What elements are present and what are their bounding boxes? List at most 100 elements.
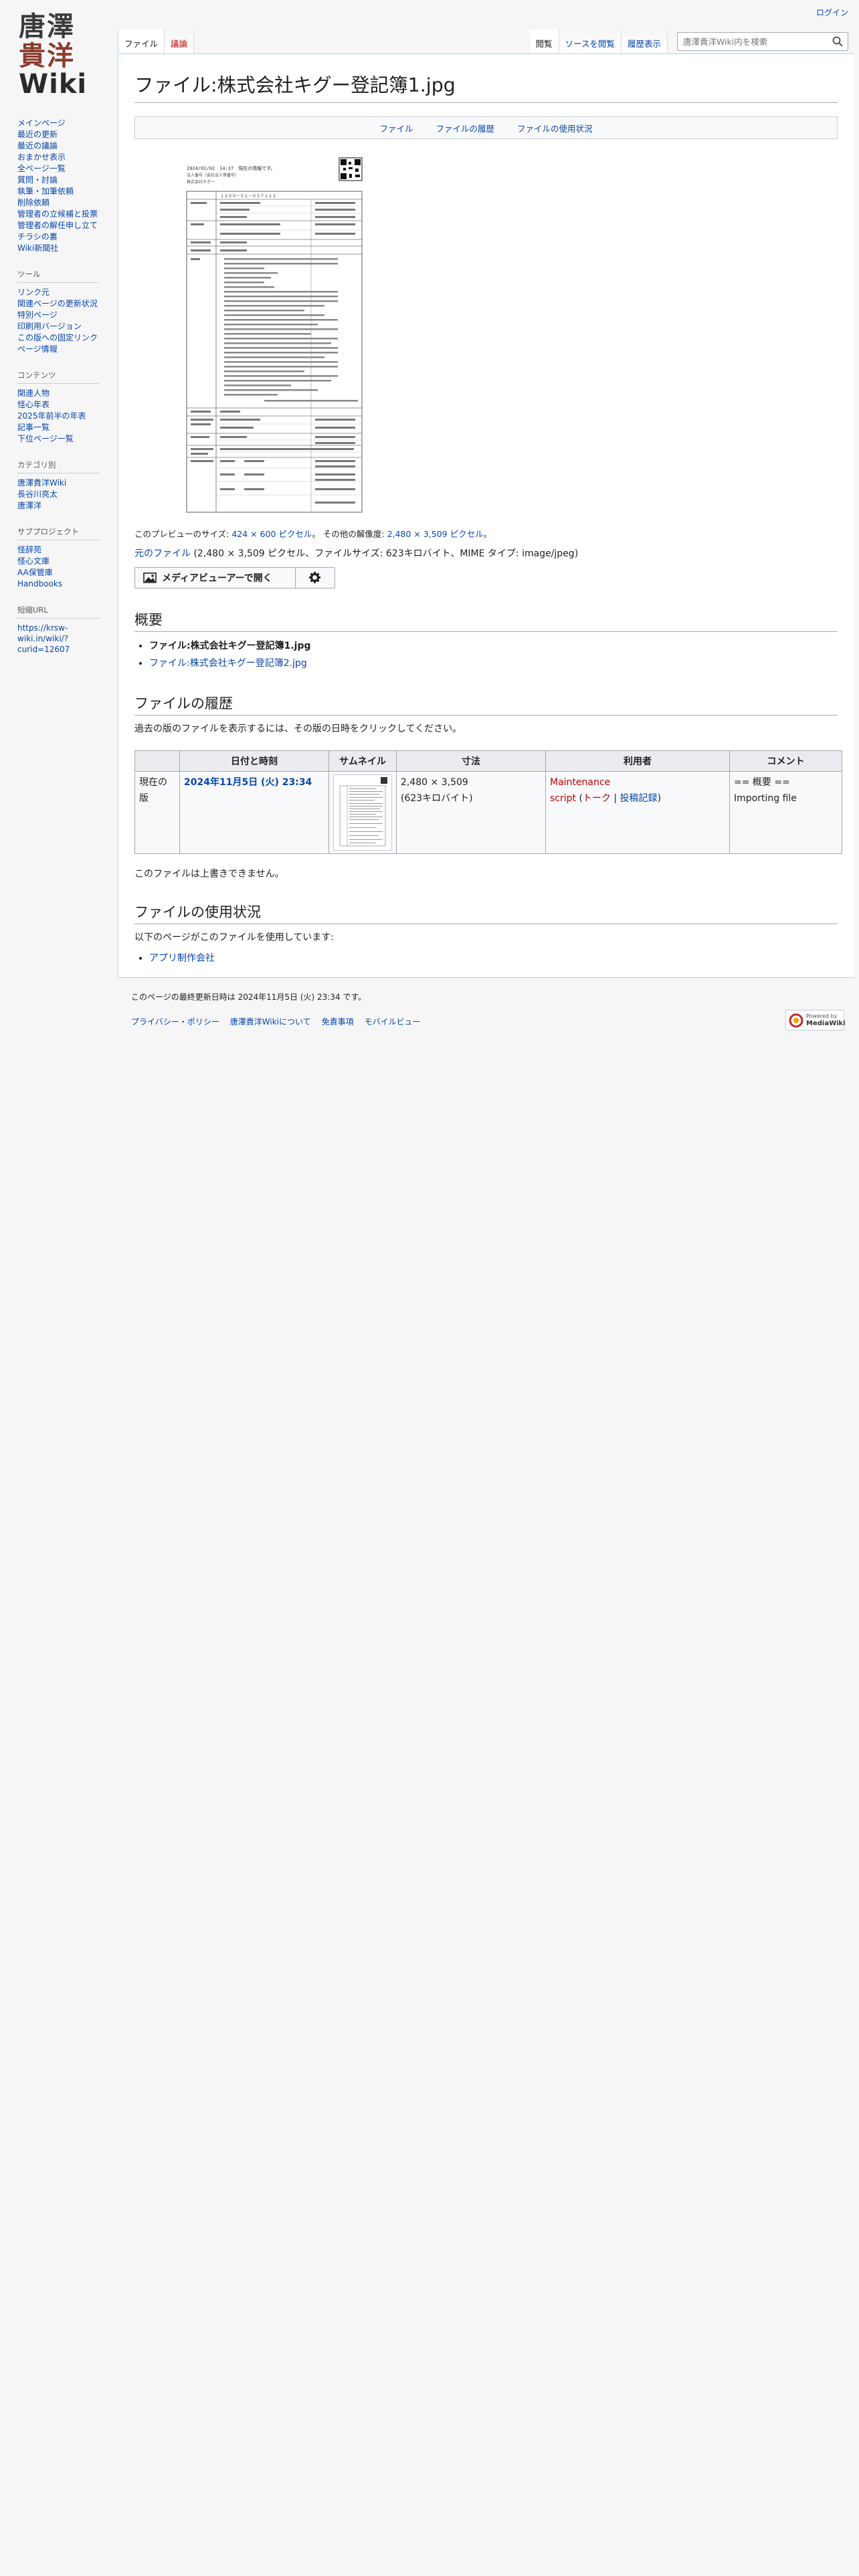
logo-line3: Wiki <box>19 69 88 100</box>
usage-item-link[interactable]: アプリ制作会社 <box>149 953 215 964</box>
history-user-line2: script <box>550 793 577 804</box>
sidebar-item-all-pages[interactable]: 全ページ一覧 <box>17 164 66 173</box>
sidebar-heading-shorturl: 短縮URL <box>17 605 99 619</box>
sidebar-contents: コンテンツ 関連人物 怪心年表 2025年前半の年表 記事一覧 下位ページ一覧 <box>17 370 99 445</box>
file-usage-intro: 以下のページがこのファイルを使用しています: <box>134 932 335 943</box>
sidebar-item-deletion-requests[interactable]: 削除依頼 <box>17 198 50 207</box>
history-dimensions: 2,480 × 3,509 <box>401 777 468 788</box>
footer-mobile-link[interactable]: モバイルビュー <box>365 1016 421 1027</box>
sidebar-item-writing-requests[interactable]: 執筆・加筆依頼 <box>17 187 74 196</box>
sidebar-categories: カテゴリ別 唐澤貴洋Wiki 長谷川亮太 唐澤洋 <box>17 459 99 512</box>
history-user-talk-link[interactable]: トーク <box>583 793 611 804</box>
tab-history[interactable]: 履歴表示 <box>621 29 668 53</box>
logo-line2: 貴洋 <box>19 40 75 72</box>
sidebar-item-kaijien[interactable]: 怪辞苑 <box>17 545 41 554</box>
sidebar-item-recent-discussions[interactable]: 最近の議論 <box>17 141 58 150</box>
login-link[interactable]: ログイン <box>816 8 848 17</box>
short-url-line1: https://krsw- <box>17 623 68 633</box>
sidebar-item-category-hiroshi[interactable]: 唐澤洋 <box>17 501 41 510</box>
file-toc: ファイル ファイルの履歴 ファイルの使用状況 <box>134 116 838 139</box>
sidebar-item-questions[interactable]: 質問・討論 <box>17 175 58 185</box>
sidebar-shorturl: 短縮URL https://krsw- wiki.in/wiki/? curid… <box>17 605 99 655</box>
history-comment: == 概要 == Importing file <box>729 771 842 854</box>
sidebar-item-permalink[interactable]: この版への固定リンク <box>17 333 98 342</box>
open-in-mediaviewer-button[interactable]: メディアビューアーで開く <box>134 567 295 588</box>
tab-talk[interactable]: 議論 <box>165 29 195 53</box>
sidebar-item-whatlinkshere[interactable]: リンク元 <box>17 288 50 297</box>
logo-line1: 唐澤 <box>19 11 75 42</box>
history-datetime-link[interactable]: 2024年11月5日 (火) 23:34 <box>184 777 312 788</box>
original-file-link[interactable]: 元のファイル <box>134 548 191 559</box>
sidebar-heading-tools: ツール <box>17 269 99 283</box>
sidebar-heading-contents: コンテンツ <box>17 370 99 384</box>
site-logo[interactable]: 唐澤 貴洋 Wiki <box>19 12 99 99</box>
doc-header-line2: 法人番号（会社法人等番号） <box>187 173 239 178</box>
preview-period: 。 <box>483 529 492 539</box>
sidebar-item-wiki-news[interactable]: Wiki新聞社 <box>17 243 58 253</box>
sidebar-item-related-changes[interactable]: 関連ページの更新状況 <box>17 299 98 308</box>
summary-heading: 概要 <box>134 610 838 632</box>
summary-item-link[interactable]: ファイル:株式会社キグー登記簿2.jpg <box>149 658 307 669</box>
list-item: アプリ制作会社 <box>149 950 838 967</box>
footer: このページの最終更新日時は 2024年11月5日 (火) 23:34 です。 プ… <box>131 991 421 1027</box>
sidebar-tools: ツール リンク元 関連ページの更新状況 特別ページ 印刷用バージョン この版への… <box>17 269 99 355</box>
col-header-user: 利用者 <box>545 750 730 772</box>
sidebar-item-aa-archive[interactable]: AA保管庫 <box>17 568 53 577</box>
sidebar-item-related-people[interactable]: 関連人物 <box>17 389 50 398</box>
cannot-overwrite-notice: このファイルは上書きできません。 <box>134 869 284 879</box>
tab-file[interactable]: ファイル <box>118 29 165 53</box>
short-url-line3: curid=12607 <box>17 645 70 654</box>
sidebar-item-main-page[interactable]: メインページ <box>17 118 66 128</box>
preview-size-link[interactable]: 424 × 600 ピクセル <box>231 529 312 539</box>
personal-tools: ログイン <box>816 7 848 18</box>
sidebar-item-timeline-2025[interactable]: 2025年前半の年表 <box>17 411 86 421</box>
sidebar-item-kaishin-bunko[interactable]: 怪心文庫 <box>17 556 50 566</box>
sidebar-item-admin-dismissal[interactable]: 管理者の解任申し立て <box>17 221 98 230</box>
toc-file[interactable]: ファイル <box>379 122 413 134</box>
view-tabs: 閲覧 ソースを閲覧 履歴表示 <box>529 29 848 53</box>
toc-file-history[interactable]: ファイルの履歴 <box>436 122 494 134</box>
image-icon <box>143 572 157 583</box>
powered-by-mediawiki-badge[interactable]: Powered by MediaWiki <box>785 1010 846 1031</box>
sidebar-item-category-wiki[interactable]: 唐澤貴洋Wiki <box>17 478 66 488</box>
summary-item-current: ファイル:株式会社キグー登記簿1.jpg <box>149 641 311 651</box>
sidebar-item-admin-candidacy[interactable]: 管理者の立候補と投票 <box>17 209 98 219</box>
sidebar-item-recent-changes[interactable]: 最近の更新 <box>17 130 58 139</box>
mediaviewer-settings-button[interactable] <box>295 567 335 588</box>
sidebar-item-special-pages[interactable]: 特別ページ <box>17 310 58 320</box>
short-url-link[interactable]: https://krsw- wiki.in/wiki/? curid=12607 <box>17 623 99 655</box>
footer-about-link[interactable]: 唐澤貴洋Wikiについて <box>230 1016 311 1027</box>
toc-file-usage[interactable]: ファイルの使用状況 <box>517 122 593 134</box>
file-preview-image[interactable]: 2024/01/02 14:37 現在の情報です。 法人番号（会社法人等番号） … <box>164 154 385 516</box>
sidebar-item-handbooks[interactable]: Handbooks <box>17 579 62 588</box>
sidebar-item-article-list[interactable]: 記事一覧 <box>17 423 50 432</box>
sidebar-item-subpages[interactable]: 下位ページ一覧 <box>17 434 74 443</box>
sidebar-item-random[interactable]: おまかせ表示 <box>17 152 66 162</box>
mediaviewer-buttons: メディアビューアーで開く <box>134 567 838 588</box>
sidebar-item-chirashi[interactable]: チラシの裏 <box>17 232 58 241</box>
preview-size-prefix: このプレビューのサイズ: <box>134 529 232 539</box>
file-history-table: 日付と時刻 サムネイル 寸法 利用者 コメント 現在の版 2024年11月5日 … <box>134 750 842 854</box>
search-icon[interactable] <box>832 35 844 47</box>
footer-privacy-link[interactable]: プライバシー・ポリシー <box>131 1016 219 1027</box>
sidebar-item-category-hasegawa[interactable]: 長谷川亮太 <box>17 490 58 499</box>
file-history-heading: ファイルの履歴 <box>134 693 838 716</box>
qr-code-icon <box>339 157 363 181</box>
other-resolution-link[interactable]: 2,480 × 3,509 ピクセル <box>387 529 484 539</box>
doc-company-number: １２００－０１－０５７１１２ <box>220 194 276 199</box>
original-file-details: (2,480 × 3,509 ピクセル、ファイルサイズ: 623キロバイト、MI… <box>191 548 579 559</box>
sidebar-item-timeline[interactable]: 怪心年表 <box>17 400 50 409</box>
sidebar-item-page-info[interactable]: ページ情報 <box>17 344 58 354</box>
tab-view-source[interactable]: ソースを閲覧 <box>559 29 622 53</box>
list-item: ファイル:株式会社キグー登記簿2.jpg <box>149 655 838 672</box>
file-usage-list: アプリ制作会社 <box>134 950 838 967</box>
history-user-line1: Maintenance <box>550 777 611 788</box>
main-content: ファイル:株式会社キグー登記簿1.jpg ファイル ファイルの履歴 ファイルの使… <box>118 53 854 978</box>
search-input[interactable] <box>678 33 830 50</box>
history-thumbnail[interactable] <box>333 774 392 851</box>
footer-disclaimer-link[interactable]: 免責事項 <box>322 1016 354 1027</box>
page-title: ファイル:株式会社キグー登記簿1.jpg <box>134 73 838 103</box>
tab-read[interactable]: 閲覧 <box>529 29 559 53</box>
history-user-contribs-link[interactable]: 投稿記録 <box>620 793 658 804</box>
sidebar-item-print[interactable]: 印刷用バージョン <box>17 322 82 331</box>
